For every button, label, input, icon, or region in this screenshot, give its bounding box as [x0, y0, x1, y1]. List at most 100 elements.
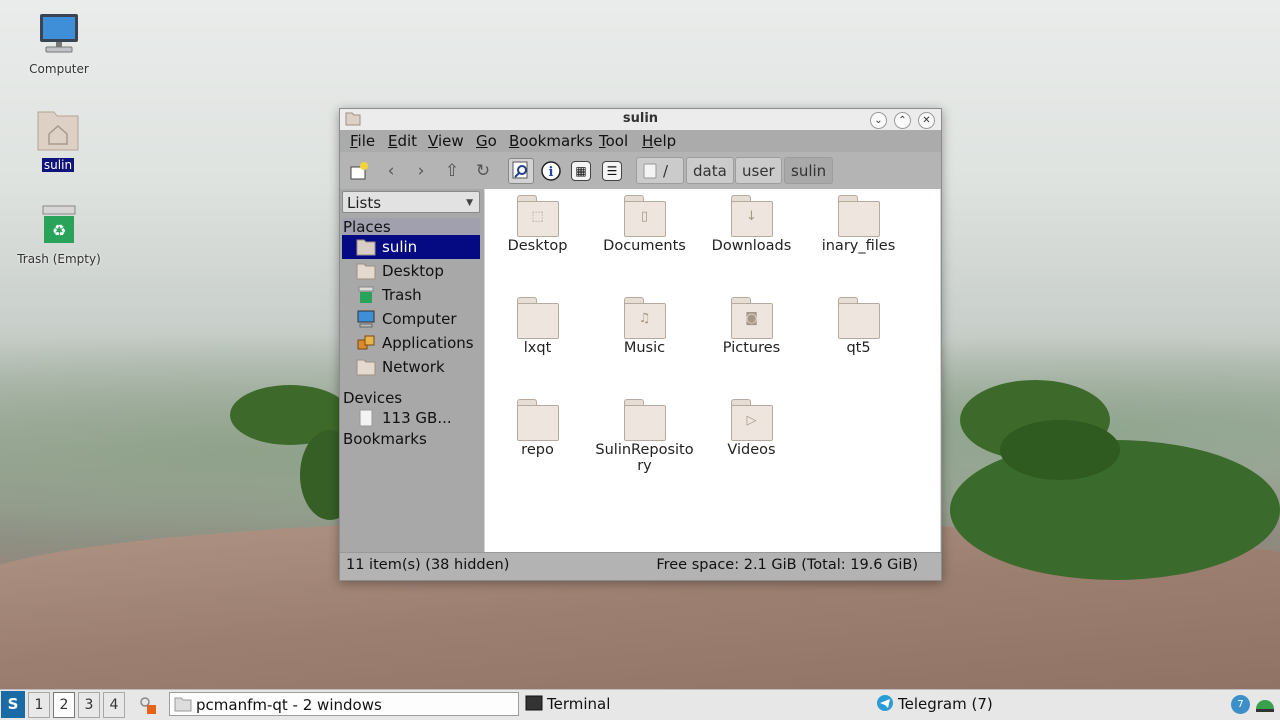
desktop-switch-2[interactable]: 2 — [53, 692, 75, 718]
file-manager-window: sulin ⌄ ⌃ ✕ File Edit View Go Bookmarks … — [339, 108, 942, 581]
arrow-right-icon: › — [417, 161, 425, 181]
home-folder-icon — [37, 111, 79, 151]
icon-view-button[interactable]: ▦ — [571, 161, 591, 181]
folder-icon — [623, 399, 666, 441]
svg-text:♻: ♻ — [52, 221, 66, 240]
folder-icon — [837, 297, 880, 339]
folder-item[interactable]: ⬚ Desktop — [485, 195, 590, 254]
status-bar: 11 item(s) (38 hidden) Free space: 2.1 G… — [340, 552, 941, 580]
drive-icon — [643, 163, 657, 179]
task-terminal[interactable]: Terminal — [521, 692, 861, 716]
start-menu-button[interactable]: S — [1, 691, 25, 718]
task-pcmanfm[interactable]: pcmanfm-qt - 2 windows — [169, 692, 519, 716]
desktop-switch-4[interactable]: 4 — [103, 692, 125, 718]
computer-icon — [357, 310, 375, 328]
folder-item[interactable]: repo — [485, 399, 590, 458]
telegram-icon — [877, 695, 893, 711]
places-header[interactable]: Places — [342, 218, 480, 236]
folder-name: qt5 — [846, 340, 871, 356]
folder-icon — [174, 697, 192, 712]
breadcrumb-segment[interactable]: user — [735, 157, 782, 184]
menu-go[interactable]: Go — [476, 132, 497, 150]
network-folder-icon — [356, 359, 376, 376]
folder-icon: ▯ — [623, 195, 666, 237]
desktop-switch-3[interactable]: 3 — [78, 692, 100, 718]
reload-icon: ↻ — [475, 161, 491, 181]
home-folder-icon — [356, 239, 376, 256]
desktop-folder-icon — [356, 263, 376, 280]
task-telegram[interactable]: Telegram (7) — [872, 692, 1212, 716]
menu-bookmarks[interactable]: Bookmarks — [509, 132, 593, 150]
side-pane: Lists ▼ Places sulin Desktop Trash Compu… — [340, 189, 484, 552]
terminal-icon — [525, 695, 543, 711]
list-view-button[interactable]: ☰ — [602, 161, 622, 181]
telegram-tray-icon[interactable]: 7 — [1231, 695, 1250, 714]
folder-name: Music — [623, 340, 666, 356]
forward-button[interactable]: › — [410, 160, 432, 182]
maximize-button[interactable]: ⌃ — [894, 112, 911, 129]
folder-name: Desktop — [507, 238, 568, 254]
desktop-switch-1[interactable]: 1 — [28, 692, 50, 718]
menu-file[interactable]: File — [350, 132, 375, 150]
folder-icon: ♫ — [623, 297, 666, 339]
desktop-icon-computer[interactable]: Computer — [9, 12, 109, 77]
side-pane-mode-select[interactable]: Lists ▼ — [342, 191, 480, 213]
folder-name: Pictures — [722, 340, 781, 356]
arrow-up-icon: ⇧ — [444, 161, 460, 181]
sidebar-item-network[interactable]: Network — [342, 355, 480, 379]
toolbar: ‹ › ⇧ ↻ i ▦ ☰ / data user sulin — [340, 152, 941, 189]
grid-view-icon: ▦ — [575, 164, 587, 178]
up-button[interactable]: ⇧ — [441, 160, 463, 182]
folder-item[interactable]: ◙ Pictures — [699, 297, 804, 356]
folder-name: inary_files — [821, 238, 896, 254]
sidebar-item-applications[interactable]: Applications — [342, 331, 480, 355]
trash-icon — [358, 286, 374, 303]
menu-view[interactable]: View — [428, 132, 464, 150]
sidebar-item-device[interactable]: 113 GB... — [342, 406, 480, 430]
folder-item[interactable]: lxqt — [485, 297, 590, 356]
folder-item[interactable]: inary_files — [806, 195, 911, 254]
new-folder-icon — [350, 162, 368, 180]
reload-button[interactable]: ↻ — [472, 160, 494, 182]
back-button[interactable]: ‹ — [380, 160, 402, 182]
menu-tool[interactable]: Tool — [599, 132, 628, 150]
drive-icon — [359, 409, 373, 427]
folder-item[interactable]: qt5 — [806, 297, 911, 356]
sidebar-item-home[interactable]: sulin — [342, 235, 480, 259]
desktop-icon-trash[interactable]: ♻ Trash (Empty) — [9, 204, 109, 267]
minimize-button[interactable]: ⌄ — [870, 112, 887, 129]
window-title: sulin — [622, 111, 659, 126]
search-button[interactable] — [508, 158, 534, 184]
close-button[interactable]: ✕ — [918, 112, 935, 129]
breadcrumb-segment[interactable]: data — [686, 157, 734, 184]
folder-item[interactable]: ▷ Videos — [699, 399, 804, 458]
menu-help[interactable]: Help — [642, 132, 676, 150]
quicklaunch-icon[interactable] — [138, 695, 158, 715]
folder-item[interactable]: ▯ Documents — [592, 195, 697, 254]
folder-icon — [516, 297, 559, 339]
sidebar-item-computer[interactable]: Computer — [342, 307, 480, 331]
breadcrumb-root[interactable]: / — [636, 157, 684, 184]
menu-bar: File Edit View Go Bookmarks Tool Help — [340, 130, 941, 152]
menu-edit[interactable]: Edit — [388, 132, 417, 150]
taskbar: S 1 2 3 4 pcmanfm-qt - 2 windows Termina… — [0, 689, 1280, 720]
list-view-icon: ☰ — [606, 164, 618, 178]
network-tray-icon[interactable] — [1254, 697, 1276, 713]
new-tab-button[interactable] — [348, 160, 370, 182]
sidebar-item-trash[interactable]: Trash — [342, 283, 480, 307]
folder-name: SulinRepository — [595, 442, 694, 474]
breadcrumb-segment[interactable]: sulin — [784, 157, 834, 184]
sulin-logo-icon: S — [7, 695, 19, 713]
properties-button[interactable]: i — [540, 160, 562, 182]
devices-header[interactable]: Devices — [343, 389, 402, 407]
desktop-icon-label: Computer — [29, 62, 89, 76]
folder-item[interactable]: ♫ Music — [592, 297, 697, 356]
folder-item[interactable]: SulinRepository — [592, 399, 697, 474]
chevron-down-icon: ▼ — [466, 198, 473, 208]
sidebar-item-desktop[interactable]: Desktop — [342, 259, 480, 283]
bookmarks-header[interactable]: Bookmarks — [343, 430, 427, 448]
free-space: Free space: 2.1 GiB (Total: 19.6 GiB) — [656, 557, 918, 573]
folder-item[interactable]: ↓ Downloads — [699, 195, 804, 254]
desktop-icon-home[interactable]: sulin — [8, 108, 108, 173]
title-bar[interactable]: sulin ⌄ ⌃ ✕ — [340, 109, 941, 131]
